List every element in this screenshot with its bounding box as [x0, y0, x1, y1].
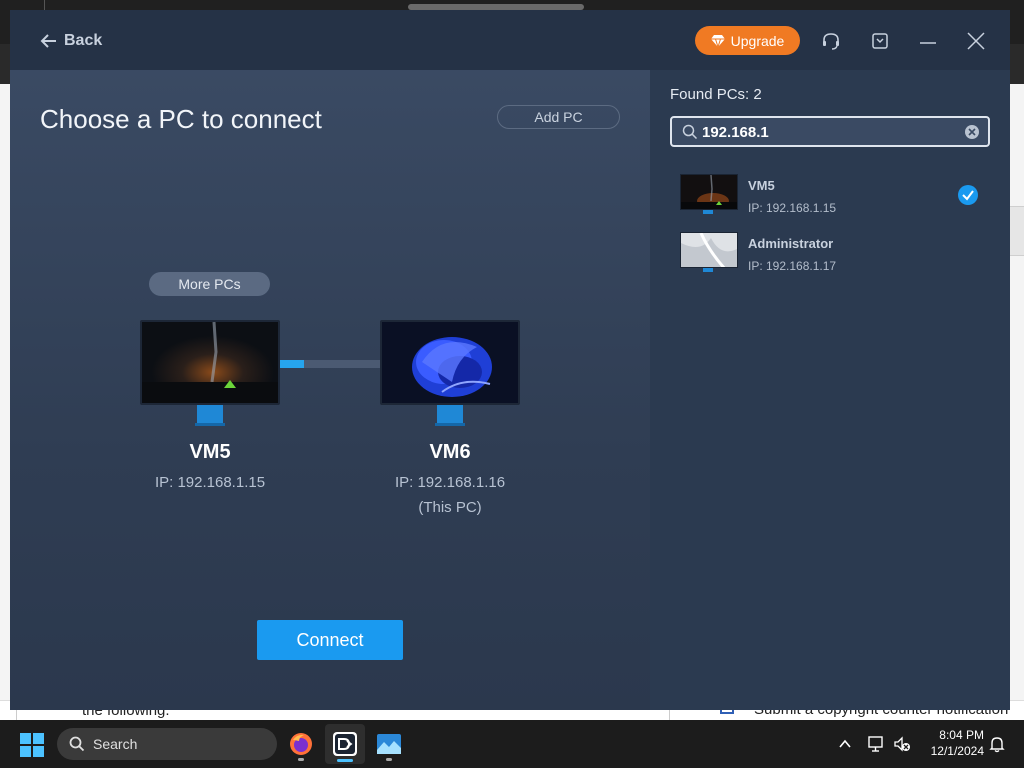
found-pc-name: VM5 [748, 178, 775, 193]
pc-search-box[interactable] [670, 116, 990, 147]
selected-check-icon [958, 185, 978, 205]
found-pcs-panel: Found PCs: 2 192.168.1 VM5 IP: 192.168.1… [650, 70, 1010, 710]
title-bar: Back Upgrade [10, 10, 1010, 70]
monitor-stand [435, 405, 465, 426]
local-pc-card: VM6 IP: 192.168.1.16 (This PC) [380, 320, 520, 516]
found-pc-thumbnail [680, 232, 738, 268]
back-label: Back [64, 32, 103, 49]
clock-date: 12/1/2024 [930, 744, 984, 758]
diamond-icon [710, 34, 725, 47]
remote-pc-screen [140, 320, 280, 405]
photos-icon[interactable] [377, 732, 401, 761]
connection-line [280, 360, 380, 368]
taskbar-search-label: Search [93, 736, 138, 752]
pc-search-input[interactable] [702, 121, 952, 143]
connection-progress [280, 360, 304, 368]
upgrade-label: Upgrade [730, 32, 785, 49]
found-pc-thumbnail [680, 174, 738, 210]
volume-muted-icon[interactable] [893, 735, 911, 753]
running-indicator [386, 758, 392, 761]
minimize-icon[interactable] [917, 30, 939, 52]
page-title: Choose a PC to connect [40, 104, 322, 134]
menu-dropdown-icon[interactable] [869, 30, 891, 52]
app-taskbar-button[interactable] [325, 724, 365, 764]
search-icon [69, 736, 85, 752]
more-pcs-button[interactable]: More PCs [149, 272, 270, 296]
support-headset-icon[interactable] [820, 30, 842, 52]
background-strip [1010, 206, 1024, 256]
close-icon[interactable] [965, 30, 987, 52]
upgrade-button[interactable]: Upgrade [695, 26, 800, 55]
local-pc-screen [380, 320, 520, 405]
remote-pc-name: VM5 [189, 441, 231, 463]
found-pc-ip: IP: 192.168.1.15 [748, 201, 837, 215]
firefox-icon[interactable] [289, 732, 313, 761]
connect-button[interactable]: Connect [257, 620, 403, 660]
clock[interactable]: 8:04 PM 12/1/2024 [920, 727, 984, 761]
taskbar: Search 8:04 PM 12/1/2024 [0, 720, 1024, 768]
app-window: Back Upgrade Choose a PC to connect Add … [10, 10, 1010, 710]
found-pc-name: Administrator [748, 236, 834, 251]
clock-time: 8:04 PM [939, 728, 984, 742]
thumbnail-stand [703, 210, 713, 214]
active-indicator [337, 759, 353, 762]
arrow-left-icon [40, 34, 56, 48]
network-icon[interactable] [867, 735, 885, 753]
search-icon [682, 124, 698, 140]
thumbnail-stand [703, 268, 713, 272]
local-pc-name: VM6 [429, 441, 471, 463]
connect-panel: Choose a PC to connect Add PC More PCs V… [10, 70, 650, 710]
start-icon[interactable] [20, 733, 44, 757]
back-button[interactable]: Back [40, 30, 102, 52]
remote-pc-card[interactable]: VM5 IP: 192.168.1.15 [140, 320, 280, 491]
clear-search-icon[interactable] [964, 124, 980, 140]
found-pc-row[interactable]: VM5 IP: 192.168.1.15 [670, 174, 990, 224]
taskbar-search[interactable]: Search [57, 728, 277, 760]
found-pc-ip: IP: 192.168.1.17 [748, 259, 837, 273]
found-pcs-count: Found PCs: 2 [670, 86, 762, 103]
local-pc-ip: IP: 192.168.1.16 [394, 474, 506, 491]
night-wallpaper-thumbnail [142, 322, 278, 403]
chevron-up-icon[interactable] [837, 736, 853, 752]
found-pc-row[interactable]: Administrator IP: 192.168.1.17 [670, 232, 990, 282]
bloom-wallpaper-thumbnail [382, 322, 518, 403]
monitor-stand [195, 405, 225, 426]
local-pc-note: (This PC) [418, 499, 482, 516]
notification-bell-icon[interactable] [988, 735, 1006, 753]
remote-pc-ip: IP: 192.168.1.15 [154, 474, 266, 491]
remote-app-icon [333, 732, 357, 756]
add-pc-button[interactable]: Add PC [497, 105, 620, 129]
running-indicator [298, 758, 304, 761]
